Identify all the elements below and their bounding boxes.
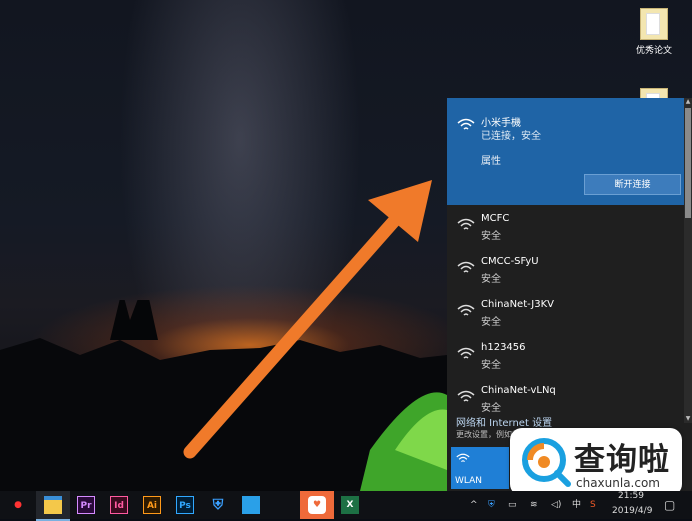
desktop-folder-label: 优秀论文: [635, 46, 672, 56]
show-hidden-icons-icon[interactable]: ^: [470, 491, 478, 519]
folder-icon: [640, 8, 668, 40]
wlan-tile-label: WLAN: [455, 476, 483, 486]
network-status: 安全: [481, 403, 501, 414]
wifi-icon: [457, 390, 475, 402]
site-watermark: 查询啦 chaxunla.com: [510, 428, 682, 496]
indesign-icon[interactable]: Id: [110, 496, 128, 514]
network-status: 已连接，安全: [481, 131, 541, 142]
photoshop-icon[interactable]: Ps: [176, 496, 194, 514]
tray-wifi-icon[interactable]: ≋: [530, 491, 538, 519]
network-list-item[interactable]: MCFC 安全: [447, 208, 684, 251]
watermark-en-text: chaxunla.com: [576, 476, 660, 490]
illustrator-icon[interactable]: Ai: [143, 496, 161, 514]
network-name: ChinaNet-vLNq: [481, 385, 556, 396]
taskbar: ● Pr Id Ai Ps ⛨ ♥ X ^ ⛨ ▭ ≋ ◁) 中 S 21:59…: [0, 491, 692, 521]
network-name: MCFC: [481, 213, 510, 224]
wifi-icon: [457, 118, 475, 130]
network-name: ChinaNet-J3KV: [481, 299, 554, 310]
network-status: 安全: [481, 317, 501, 328]
network-status: 安全: [481, 274, 501, 285]
scroll-down-icon[interactable]: ▼: [685, 415, 691, 423]
qq-icon[interactable]: ●: [9, 496, 27, 514]
clock-time[interactable]: 21:59: [618, 491, 644, 501]
scroll-up-icon[interactable]: ▲: [685, 98, 691, 106]
premiere-icon[interactable]: Pr: [77, 496, 95, 514]
watermark-cn-text: 查询啦: [574, 442, 670, 478]
ime-indicator[interactable]: 中: [572, 491, 581, 519]
disconnect-button[interactable]: 断开连接: [584, 174, 681, 195]
network-list-scrollbar[interactable]: ▲ ▼: [684, 98, 692, 423]
watermark-logo-icon: [522, 438, 571, 487]
network-list-item[interactable]: ChinaNet-J3KV 安全: [447, 294, 684, 337]
wifi-icon: [457, 261, 475, 273]
network-status: 安全: [481, 231, 501, 242]
wifi-icon: [456, 453, 470, 463]
wifi-icon: [457, 218, 475, 230]
network-name: h123456: [481, 342, 526, 353]
battery-icon[interactable]: ▭: [508, 491, 517, 519]
heart-app-icon[interactable]: ♥: [308, 496, 326, 514]
network-list-item[interactable]: h123456 安全: [447, 337, 684, 380]
clock-date[interactable]: 2019/4/9: [612, 506, 652, 516]
file-explorer-icon[interactable]: [44, 496, 62, 514]
connected-network[interactable]: 小米手機 已连接，安全 属性 断开连接: [447, 98, 684, 205]
sogou-ime-icon[interactable]: S: [590, 491, 596, 519]
wifi-icon: [457, 304, 475, 316]
network-list-item[interactable]: CMCC-SFyU 安全: [447, 251, 684, 294]
properties-link[interactable]: 属性: [481, 152, 501, 167]
network-settings-link[interactable]: 网络和 Internet 设置: [456, 414, 552, 429]
tray-shield-icon[interactable]: ⛨: [488, 491, 495, 519]
scrollbar-thumb[interactable]: [685, 108, 691, 218]
action-center-icon[interactable]: ▢: [664, 491, 675, 519]
pinned-app-icon[interactable]: [242, 496, 260, 514]
security-shield-icon[interactable]: ⛨: [209, 496, 227, 514]
wifi-icon: [457, 347, 475, 359]
excel-icon[interactable]: X: [341, 496, 359, 514]
desktop-folder-icon[interactable]: 优秀论文: [627, 8, 681, 56]
network-name: CMCC-SFyU: [481, 256, 539, 267]
volume-icon[interactable]: ◁): [551, 491, 561, 519]
wlan-toggle-tile[interactable]: WLAN: [451, 447, 509, 489]
network-status: 安全: [481, 360, 501, 371]
